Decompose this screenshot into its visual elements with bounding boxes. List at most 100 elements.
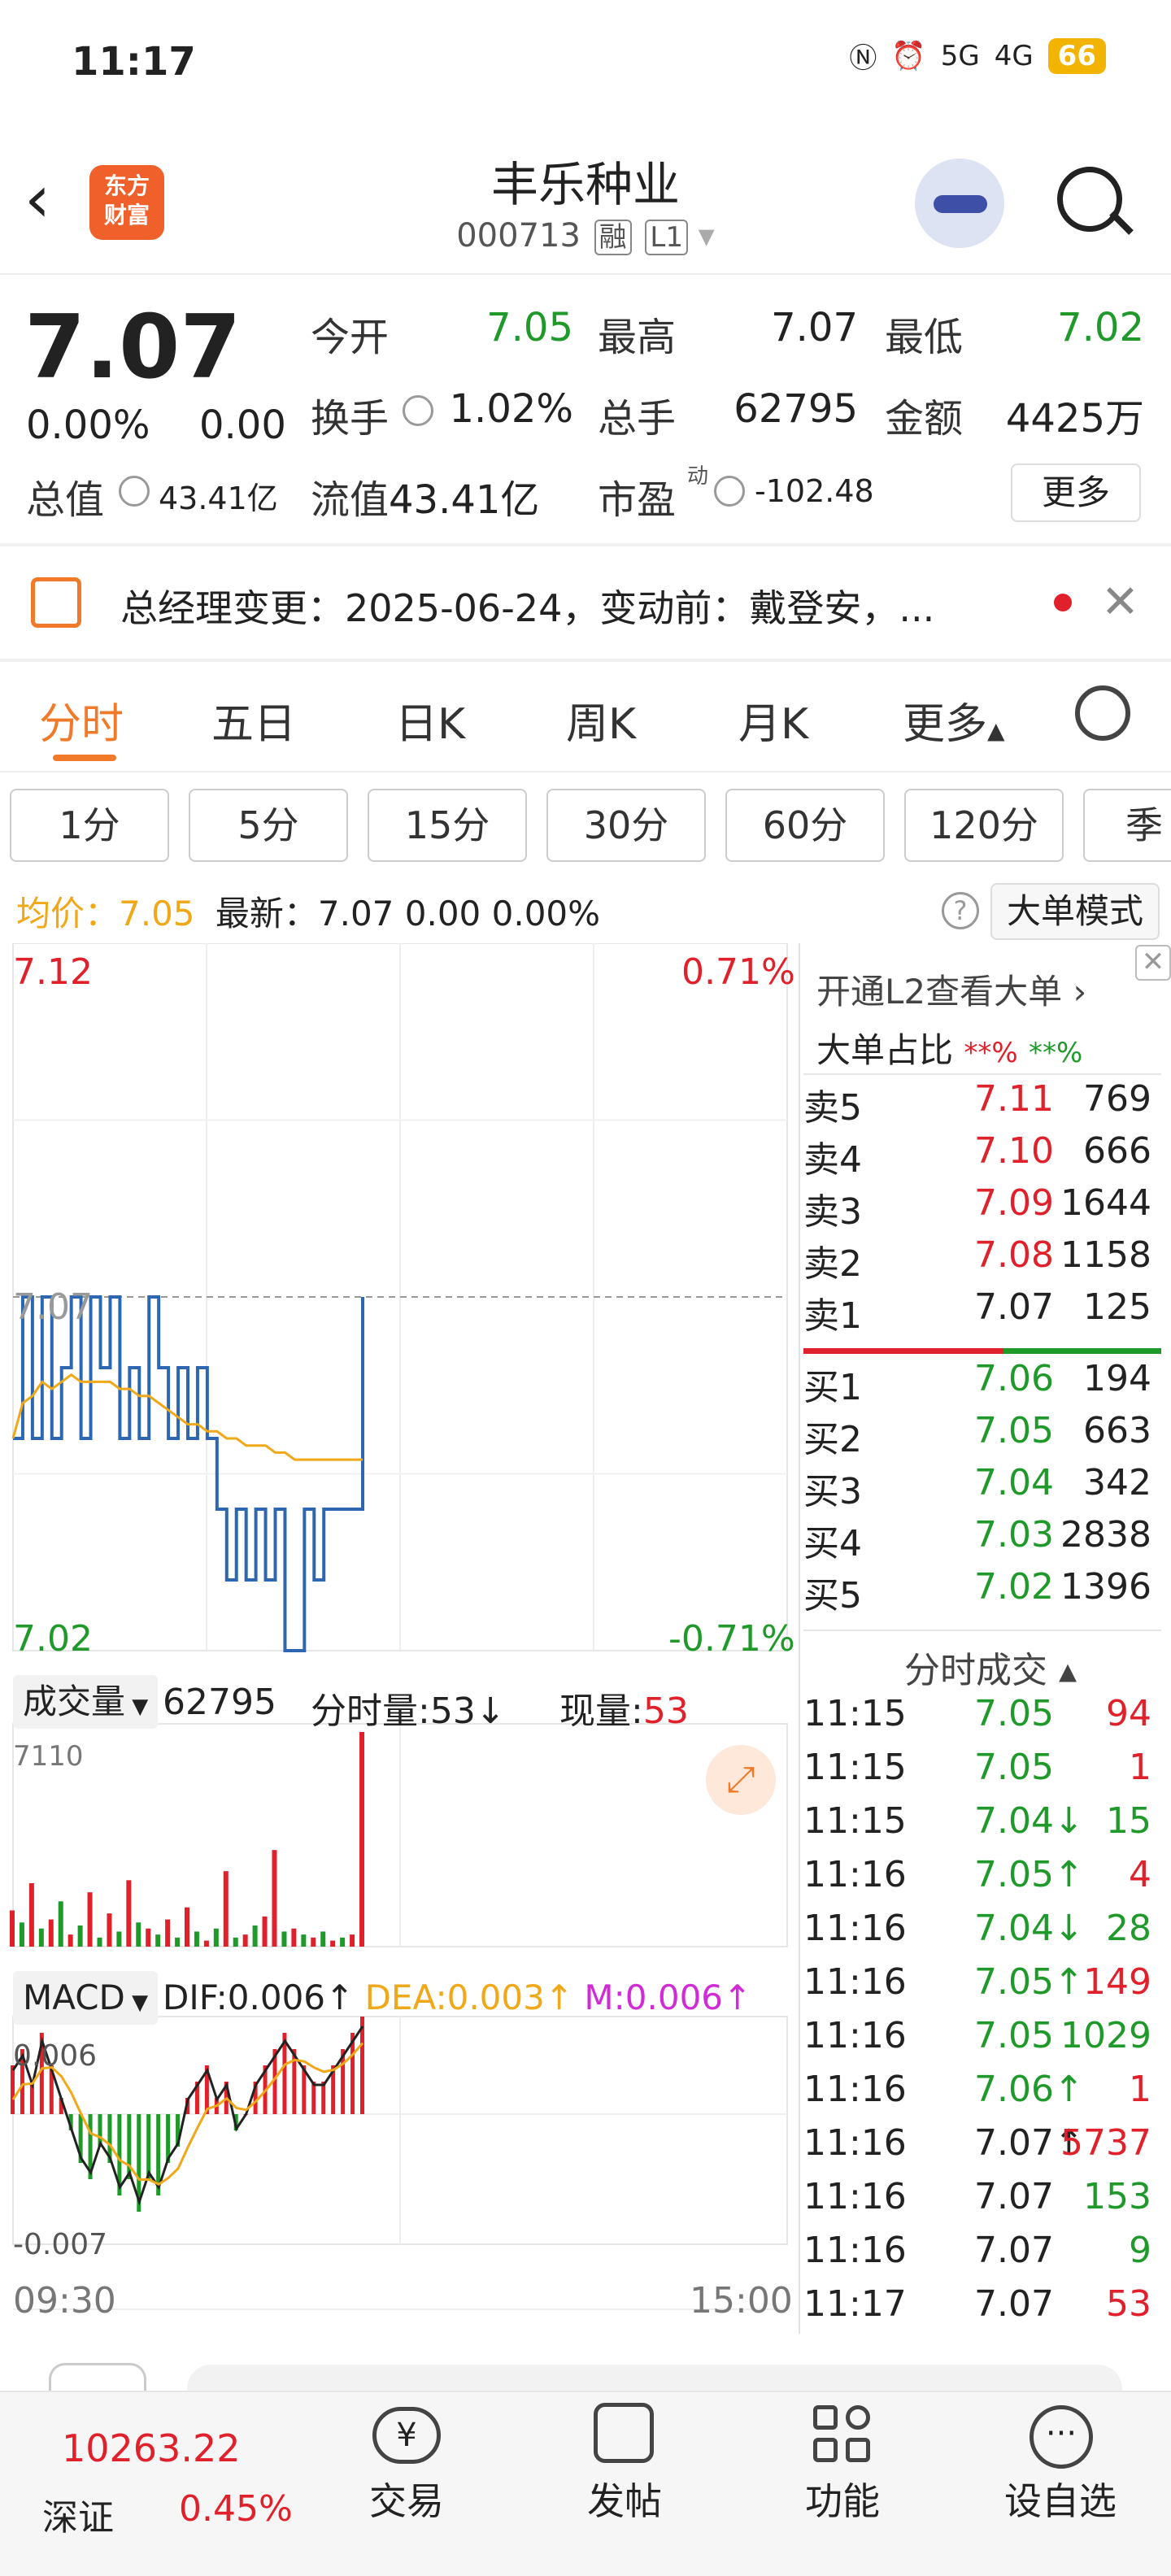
volume-bar: [252, 1925, 258, 1947]
volume-bar: [97, 1937, 102, 1947]
volume-value: 62795: [734, 386, 858, 432]
trade-time: 11:16: [803, 2015, 907, 2056]
order-book-sell-row[interactable]: 卖2 7.08 1158: [803, 1234, 1161, 1286]
panel-line: [803, 1073, 1161, 1075]
period-5min[interactable]: 5分: [189, 789, 348, 862]
trade-volume: 1: [1129, 1747, 1151, 1788]
level-volume: 342: [1083, 1462, 1151, 1503]
latest-info: 最新：7.07 0.00 0.00%: [215, 894, 601, 933]
index-change[interactable]: 0.45%: [179, 2488, 293, 2530]
trade-time: 11:16: [803, 2122, 907, 2164]
volume-bar: [223, 1871, 229, 1947]
level-volume: 663: [1083, 1410, 1151, 1451]
float-label: 流值: [311, 477, 390, 523]
buy-sell-bar-green: [1003, 1348, 1161, 1354]
volume-bar: [155, 1934, 161, 1947]
status-icons: Ⓝ ⏰ 5G 4G 66: [849, 36, 1106, 76]
tab-more[interactable]: 更多▲: [903, 690, 1005, 751]
amount-value: 4425万: [1005, 396, 1144, 442]
nav-add-watchlist[interactable]: 设自选: [979, 2472, 1142, 2526]
order-book-sell-row[interactable]: 卖5 7.11 769: [803, 1078, 1161, 1130]
trade-volume: 1: [1129, 2069, 1151, 2110]
nav-post[interactable]: 发帖: [543, 2472, 706, 2526]
order-book-sell-row[interactable]: 卖3 7.09 1644: [803, 1182, 1161, 1234]
trade-time: 11:15: [803, 1800, 907, 1842]
order-book-buy-row[interactable]: 买4 7.03 2838: [803, 1514, 1161, 1566]
change-value: 0.00: [199, 402, 286, 448]
period-15min[interactable]: 15分: [368, 789, 527, 862]
tab-daily-k[interactable]: 日K: [395, 690, 465, 751]
trade-row: 11:16 7.07 153: [803, 2176, 1161, 2228]
period-60min[interactable]: 60分: [725, 789, 885, 862]
level-volume: 666: [1083, 1130, 1151, 1172]
current-price: 7.07: [24, 297, 242, 398]
index-value[interactable]: 10263.22: [62, 2426, 241, 2470]
order-book-sell-row[interactable]: 卖1 7.07 125: [803, 1286, 1161, 1338]
level-price: 7.02: [974, 1566, 1054, 1608]
volume-indicator-label: 成交量: [23, 1682, 126, 1721]
l2-link[interactable]: 开通L2查看大单 ›: [816, 964, 1086, 1014]
close-panel-icon[interactable]: ✕: [1135, 945, 1171, 981]
pe-superscript: 动: [687, 464, 709, 489]
macd-indicator-select[interactable]: MACD ▼: [13, 1971, 158, 2025]
low-value: 7.02: [1057, 305, 1144, 350]
pct-axis-bottom: -0.71%: [668, 1618, 795, 1660]
nfc-icon: Ⓝ: [849, 42, 877, 75]
order-book-buy-row[interactable]: 买5 7.02 1396: [803, 1566, 1161, 1618]
order-book-buy-row[interactable]: 买1 7.06 194: [803, 1358, 1161, 1410]
trade-price: 7.05↑: [974, 1961, 1084, 2003]
trade-price: 7.05: [974, 1693, 1054, 1734]
avg-value: 7.05: [119, 894, 195, 933]
volume-bar: [311, 1937, 316, 1947]
level-price: 7.03: [974, 1514, 1054, 1556]
info-icon[interactable]: [714, 476, 745, 507]
info-icon[interactable]: [119, 476, 150, 507]
order-book-sell-row[interactable]: 卖4 7.10 666: [803, 1130, 1161, 1182]
volume-bar: [185, 1907, 189, 1947]
m-value: M:0.006↑: [584, 1978, 752, 2017]
big-order-mode-button[interactable]: 大单模式: [990, 883, 1160, 940]
order-book-buy-row[interactable]: 买3 7.04 342: [803, 1462, 1161, 1514]
nav-functions[interactable]: 功能: [761, 2472, 924, 2526]
level-price: 7.10: [974, 1130, 1054, 1172]
info-icon[interactable]: [403, 395, 433, 426]
grid-functions-icon[interactable]: [813, 2405, 873, 2465]
trades-title[interactable]: 分时成交 ▴: [904, 1641, 1077, 1693]
tab-weekly-k[interactable]: 周K: [566, 690, 636, 751]
notice-text[interactable]: 总经理变更：2025-06-24，变动前：戴登安，...: [120, 579, 999, 633]
level-price: 7.05: [974, 1410, 1054, 1451]
more-dots-icon[interactable]: ···: [1030, 2405, 1093, 2469]
index-name[interactable]: 深证: [42, 2488, 114, 2540]
gear-icon[interactable]: [1075, 685, 1130, 741]
period-120min[interactable]: 120分: [904, 789, 1064, 862]
tab-monthly-k[interactable]: 月K: [738, 690, 808, 751]
nav-trade[interactable]: 交易: [325, 2472, 488, 2526]
volume-bar: [77, 1925, 83, 1947]
trade-volume: 94: [1106, 1693, 1151, 1734]
period-1min[interactable]: 1分: [10, 789, 169, 862]
dropdown-icon[interactable]: ▾: [699, 217, 715, 255]
volume-indicator-select[interactable]: 成交量 ▼: [13, 1675, 158, 1729]
trade-volume: 53: [1106, 2283, 1151, 2325]
expand-icon[interactable]: ⤢: [706, 1745, 776, 1815]
trade-price: 7.07: [974, 2230, 1054, 2271]
help-icon[interactable]: ?: [942, 892, 979, 929]
period-30min[interactable]: 30分: [546, 789, 706, 862]
level-volume: 125: [1083, 1286, 1151, 1328]
trade-row: 11:16 7.07 9: [803, 2230, 1161, 2282]
volume-label: 总手: [598, 396, 677, 442]
trade-price: 7.04↓: [974, 1908, 1084, 1949]
search-icon[interactable]: [1057, 167, 1122, 232]
tab-five-day[interactable]: 五日: [211, 690, 296, 751]
level-volume: 1396: [1060, 1566, 1151, 1608]
trade-yen-icon[interactable]: ¥: [372, 2407, 441, 2464]
edit-post-icon[interactable]: [594, 2403, 654, 2463]
volume-bar: [67, 1934, 73, 1947]
macd-values: DIF:0.006↑ DEA:0.003↑ M:0.006↑: [163, 1978, 751, 2017]
more-quote-button[interactable]: 更多: [1011, 463, 1141, 522]
macd-indicator-label: MACD: [23, 1978, 125, 2017]
period-quarter[interactable]: 季: [1083, 789, 1171, 862]
order-book-buy-row[interactable]: 买2 7.05 663: [803, 1410, 1161, 1462]
tab-intraday[interactable]: 分时: [39, 690, 124, 751]
close-icon[interactable]: ✕: [1101, 576, 1139, 629]
